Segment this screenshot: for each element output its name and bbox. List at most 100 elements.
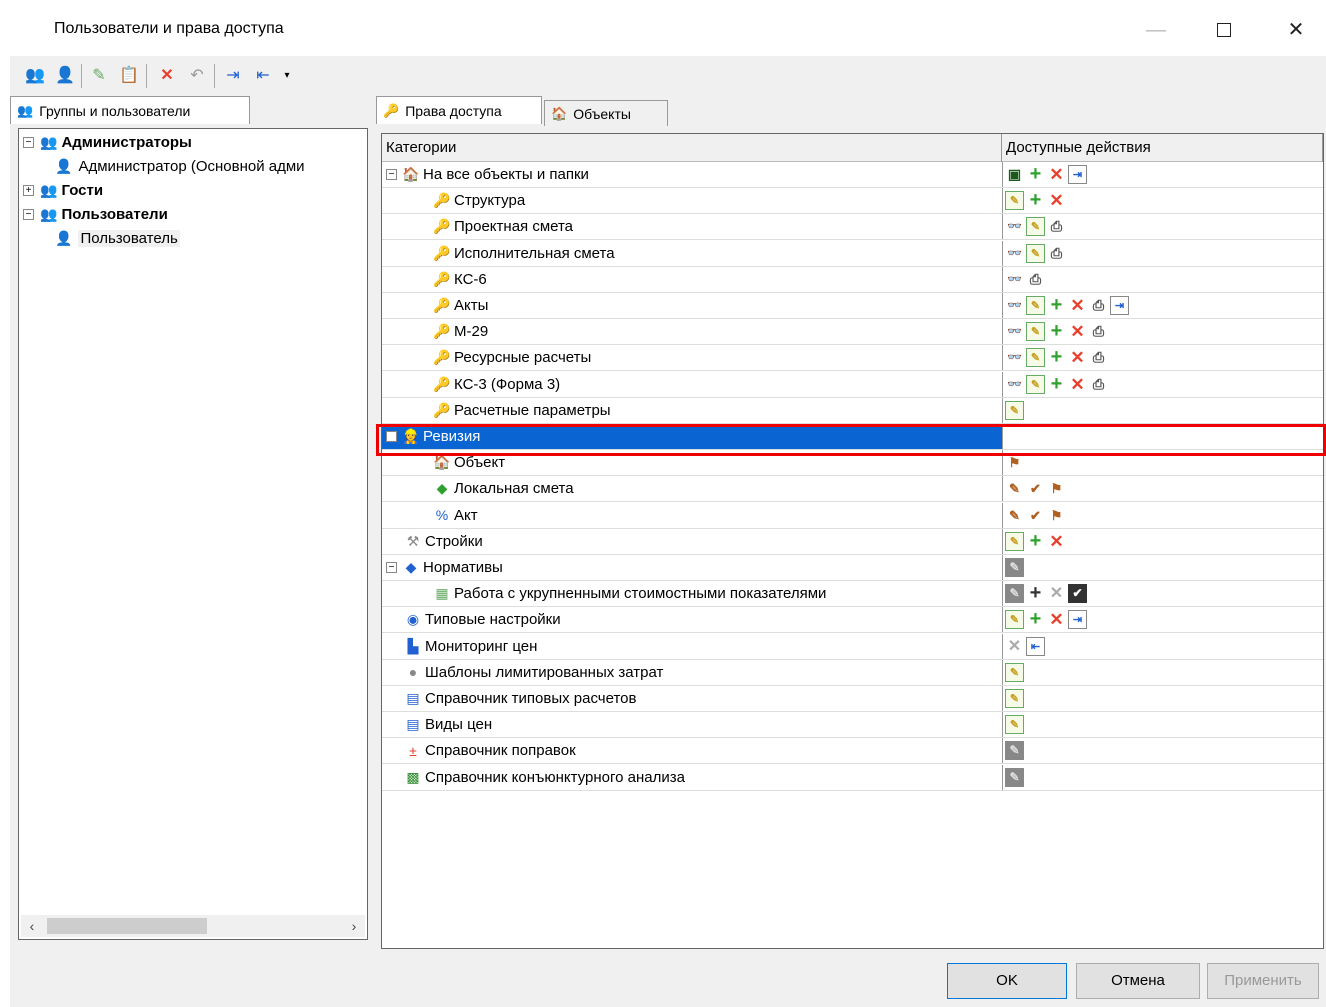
grid-row[interactable]: 🔑 Расчетные параметры ✎ [382,397,1323,424]
grid-category-cell[interactable]: 🔑 Структура [382,188,1002,213]
grid-category-cell[interactable]: 🔑 Исполнительная смета [382,241,1002,266]
tree-item-guests[interactable]: + 👥 Гости [23,179,103,201]
tab-objects[interactable]: 🏠 Объекты [544,100,668,126]
document-action-icon[interactable]: ⇥ [1110,296,1129,315]
grid-row[interactable]: % Акт ✎ ✔ ⚑ [382,502,1323,529]
maximize-button[interactable] [1204,12,1244,48]
stamp-action-icon[interactable]: ⚑ [1047,506,1066,525]
grid-row[interactable]: ± Справочник поправок ✎ [382,738,1323,765]
grid-row[interactable]: 🔑 Проектная смета 👓 ✎ ⎙ [382,214,1323,241]
edit-action-icon[interactable]: ✎ [1026,348,1045,368]
grid-row[interactable]: ⚒ Стройки ✎ + ✕ [382,528,1323,555]
stamp-action-icon[interactable]: ⚑ [1005,453,1024,472]
grid-category-cell[interactable]: % Акт [382,503,1002,528]
print-action-icon[interactable]: ⎙ [1026,270,1045,289]
grid-actions-cell[interactable]: ✎ [1002,738,1323,764]
grid-category-cell[interactable]: ⚒ Стройки [382,529,1002,554]
delete-action-icon[interactable]: ✕ [1047,191,1066,210]
scroll-left-icon[interactable]: ‹ [21,915,43,937]
grid-actions-cell[interactable]: ✎ + ✕ ⇥ [1002,607,1323,633]
grid-row[interactable]: − 🏠 На все объекты и папки ▣ + ✕ ⇥ [382,162,1323,188]
delete-action-icon[interactable]: ✕ [1068,375,1087,394]
pen-action-icon[interactable]: ✎ [1005,479,1024,498]
edit-action-icon[interactable]: ✎ [1005,610,1024,630]
delete-action-icon[interactable]: ✕ [1047,610,1066,629]
grid-category-cell[interactable]: ● Шаблоны лимитированных затрат [382,660,1002,685]
grid-row[interactable]: 🔑 М-29 👓 ✎ + ✕ ⎙ [382,319,1323,346]
collapse-icon[interactable]: − [23,208,34,220]
add-action-icon[interactable]: + [1047,321,1066,341]
gray-delete-action-icon[interactable]: ✕ [1047,584,1066,603]
print-action-icon[interactable]: ⎙ [1089,322,1108,341]
grid-category-cell[interactable]: ▦ Работа с укрупненными стоимостными пока… [382,581,1002,606]
grid-actions-cell[interactable]: ✎ + ✕ ✔ [1002,581,1323,607]
grid-actions-cell[interactable]: ✎ [1002,712,1323,738]
grid-actions-cell[interactable]: 👓 ✎ ⎙ [1002,214,1323,240]
grid-row[interactable]: 🔑 КС-3 (Форма 3) 👓 ✎ + ✕ ⎙ [382,371,1323,398]
grid-category-cell[interactable]: 🔑 Акты [382,293,1002,318]
grid-category-cell[interactable]: − 🏠 На все объекты и папки [382,162,1002,187]
view-action-icon[interactable]: 👓 [1005,244,1024,263]
grid-row[interactable]: ◉ Типовые настройки ✎ + ✕ ⇥ [382,607,1323,634]
edit-action-icon[interactable]: ✎ [1005,191,1024,211]
grid-category-cell[interactable]: ◉ Типовые настройки [382,607,1002,632]
edit-action-icon[interactable]: ✎ [1026,322,1045,342]
add-user-icon[interactable]: 👤 [54,64,76,86]
view-action-icon[interactable]: 👓 [1005,296,1024,315]
tab-rights[interactable]: 🔑 Права доступа [376,96,542,124]
edit-action-icon[interactable]: ✎ [1005,662,1024,682]
monitor-action-icon[interactable]: ▣ [1005,165,1024,184]
grid-actions-cell[interactable]: 👓 ✎ + ✕ ⎙ [1002,345,1323,371]
grid-row[interactable]: ▙ Мониторинг цен ✕ ⇤ [382,633,1323,660]
grid-row[interactable]: ▦ Работа с укрупненными стоимостными пока… [382,581,1323,608]
pen-check-action-icon[interactable]: ✔ [1026,479,1045,498]
grid-actions-cell[interactable]: ✎ + ✕ [1002,188,1323,214]
gray-add-action-icon[interactable]: + [1026,583,1045,603]
collapse-icon[interactable]: − [386,562,397,573]
edit-action-icon[interactable]: ✎ [1026,296,1045,315]
minimize-button[interactable]: — [1136,12,1176,48]
grid-actions-cell[interactable]: ▣ + ✕ ⇥ [1002,162,1323,187]
delete-action-icon[interactable]: ✕ [1047,532,1066,551]
delete-icon[interactable]: ✕ [156,64,178,86]
grid-category-cell[interactable]: 🔑 Ресурсные расчеты [382,345,1002,370]
tree-item-users[interactable]: − 👥 Пользователи [23,203,168,225]
grid-category-cell[interactable]: ▩ Справочник конъюнктурного анализа [382,765,1002,790]
edit-action-icon[interactable]: ✎ [1026,243,1045,263]
apply-button[interactable]: Применить [1207,963,1319,999]
document-action-icon[interactable]: ⇥ [1068,165,1087,184]
close-button[interactable]: ✕ [1276,12,1316,48]
grid-row[interactable]: ▩ Справочник конъюнктурного анализа ✎ [382,764,1323,791]
view-action-icon[interactable]: 👓 [1005,322,1024,341]
grid-row[interactable]: 🔑 Структура ✎ + ✕ [382,188,1323,215]
grid-actions-cell[interactable]: ✎ [1002,397,1323,423]
add-action-icon[interactable]: + [1026,190,1045,210]
delete-action-icon[interactable]: ✕ [1047,165,1066,184]
pen-action-icon[interactable]: ✎ [1005,506,1024,525]
delete-action-icon[interactable]: ✕ [1068,348,1087,367]
grid-actions-cell[interactable]: ✎ [1002,555,1323,580]
print-action-icon[interactable]: ⎙ [1047,217,1066,236]
delete-action-icon[interactable]: ✕ [1068,296,1087,315]
delete-action-icon[interactable]: ✕ [1068,322,1087,341]
grid-row[interactable]: 🔑 Исполнительная смета 👓 ✎ ⎙ [382,240,1323,267]
tree-item-admins[interactable]: − 👥 Администраторы [23,131,192,153]
collapse-icon[interactable]: − [23,136,34,148]
tree-item-admin-user[interactable]: 👤 Администратор (Основной адми [49,155,305,177]
tab-groups-users[interactable]: 👥 Группы и пользователи [10,96,250,124]
grid-category-cell[interactable]: ▤ Справочник типовых расчетов [382,686,1002,711]
grid-category-cell[interactable]: − ◆ Нормативы [382,555,1002,580]
print-action-icon[interactable]: ⎙ [1089,348,1108,367]
grid-category-cell[interactable]: 🔑 М-29 [382,319,1002,344]
gray-edit-action-icon[interactable]: ✎ [1005,767,1024,787]
edit-action-icon[interactable]: ✎ [1005,531,1024,551]
grid-row[interactable]: 🔑 КС-6 👓 ⎙ [382,266,1323,293]
view-action-icon[interactable]: 👓 [1005,375,1024,394]
tree-item-user[interactable]: 👤 Пользователь [49,227,180,249]
add-action-icon[interactable]: + [1026,164,1045,184]
add-action-icon[interactable]: + [1026,609,1045,629]
grid-actions-cell[interactable]: ✎ ✔ ⚑ [1002,476,1323,502]
grid-actions-cell[interactable]: ✕ ⇤ [1002,633,1323,659]
properties-icon[interactable]: 📋 [118,64,140,86]
grid-actions-cell[interactable]: 👓 ✎ + ✕ ⎙ [1002,319,1323,345]
